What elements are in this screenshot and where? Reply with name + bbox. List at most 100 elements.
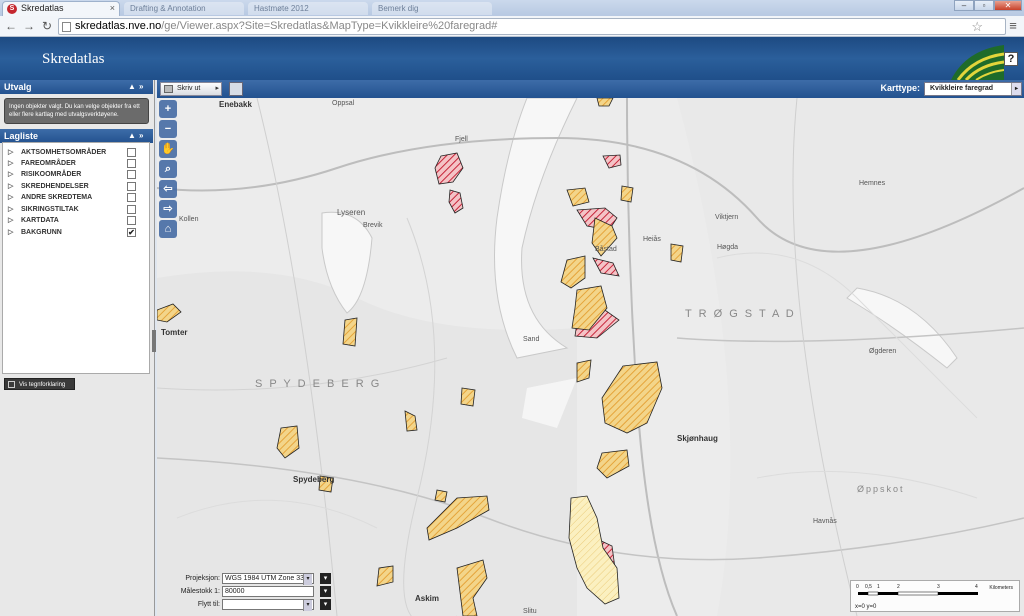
layer-checkbox[interactable] xyxy=(127,193,136,202)
lagliste-header: Lagliste ▲ » xyxy=(0,129,153,143)
layer-checkbox[interactable] xyxy=(127,148,136,157)
layer-checkbox[interactable] xyxy=(127,170,136,179)
move-go-icon[interactable]: ▾ xyxy=(320,599,331,610)
back-arrow-icon[interactable]: ← xyxy=(4,19,18,33)
place-sand: Sand xyxy=(523,336,540,343)
dropdown-arrow-icon[interactable]: ▾ xyxy=(303,600,312,611)
collapse-up-icon[interactable]: ▲ xyxy=(128,80,136,94)
layer-label: BAKGRUNN xyxy=(21,229,62,236)
place-oppskot: Øppskot xyxy=(857,484,905,494)
browser-tab-1[interactable]: Drafting & Annotation xyxy=(124,2,244,15)
help-button[interactable]: ? xyxy=(1004,52,1018,66)
minimize-icon[interactable]: – xyxy=(954,0,974,11)
panel-splitter-handle[interactable] xyxy=(152,330,156,352)
zoom-box-icon[interactable]: ⌕ xyxy=(159,160,177,178)
layer-list: ▷ AKTSOMHETSOMRÅDER ▷ FAREOMRÅDER ▷ RISI… xyxy=(2,142,150,374)
projection-go-icon[interactable]: ▾ xyxy=(320,573,331,584)
layer-checkbox-checked[interactable]: ✔ xyxy=(127,228,136,237)
legend-button[interactable]: Vis tegnforklaring xyxy=(4,378,75,390)
pan-hand-icon[interactable]: ✋ xyxy=(159,140,177,158)
layer-checkbox[interactable] xyxy=(127,205,136,214)
projection-select[interactable]: WGS 1984 UTM Zone 33N ▾ xyxy=(222,573,314,585)
zoom-out-icon[interactable]: − xyxy=(159,120,177,138)
scale-go-icon[interactable]: ▾ xyxy=(320,586,331,597)
place-hemnes: Hemnes xyxy=(859,180,886,187)
app-title: Skredatlas xyxy=(42,51,105,67)
layer-checkbox[interactable] xyxy=(127,182,136,191)
place-spydeberg-region: S P Y D E B E R G xyxy=(255,378,382,390)
expand-arrow-icon[interactable]: ▷ xyxy=(8,215,13,226)
layer-item-kartdata[interactable]: ▷ KARTDATA xyxy=(3,215,149,226)
layer-label: ANDRE SKREDTEMA xyxy=(21,194,93,201)
print-label: Skriv ut xyxy=(177,85,201,92)
place-lyseren: Lyseren xyxy=(337,208,366,217)
scale-input[interactable]: 80000 xyxy=(222,586,314,597)
move-label: Flytt til: xyxy=(197,601,220,608)
place-enebakk: Enebakk xyxy=(219,100,252,109)
place-ogderen: Øgderen xyxy=(869,348,897,355)
expand-arrow-icon[interactable]: ▷ xyxy=(8,192,13,203)
page-icon xyxy=(62,22,71,32)
karttype-select[interactable]: Kvikkleire faregrad ▸ xyxy=(924,82,1022,96)
browser-menu-icon[interactable]: ≡ xyxy=(1006,18,1020,34)
expand-arrow-icon[interactable]: ▷ xyxy=(8,158,13,169)
place-trogstad: T R Ø G S T A D xyxy=(685,308,796,320)
place-askim: Askim xyxy=(415,594,440,603)
place-hogda: Høgda xyxy=(717,244,739,251)
dropdown-arrow-icon[interactable]: ▸ xyxy=(215,83,219,95)
move-row: Flytt til: ▾ ▾ xyxy=(160,599,340,611)
quick-print-icon[interactable] xyxy=(229,82,243,96)
layer-checkbox[interactable] xyxy=(127,159,136,168)
close-window-icon[interactable]: ✕ xyxy=(994,0,1022,11)
layer-item-andre-skredtema[interactable]: ▷ ANDRE SKREDTEMA xyxy=(3,192,149,203)
legend-icon xyxy=(8,381,15,388)
layer-label: RISIKOOMRÅDER xyxy=(21,171,82,178)
tab-close-icon[interactable]: × xyxy=(110,2,115,15)
scale-tick: 0 xyxy=(856,584,859,590)
browser-tab-3[interactable]: Bemerk dig xyxy=(372,2,492,15)
expand-arrow-icon[interactable]: ▷ xyxy=(8,227,13,238)
browser-tab-active[interactable]: S Skredatlas × xyxy=(2,1,120,16)
print-button[interactable]: Skriv ut ▸ xyxy=(160,82,222,96)
expand-right-icon[interactable]: » xyxy=(139,129,143,143)
maximize-icon[interactable]: ▫ xyxy=(974,0,994,11)
layer-item-skredhendelser[interactable]: ▷ SKREDHENDELSER xyxy=(3,181,149,192)
expand-arrow-icon[interactable]: ▷ xyxy=(8,147,13,158)
browser-tab-2[interactable]: Hastmøte 2012 xyxy=(248,2,368,15)
move-select[interactable]: ▾ xyxy=(222,599,314,611)
map-toolbar: Skriv ut ▸ Karttype: Kvikkleire faregrad… xyxy=(157,80,1024,98)
dropdown-arrow-icon[interactable]: ▸ xyxy=(1011,83,1021,95)
place-bastad: Båstad xyxy=(595,246,617,253)
layer-item-aktsomhetsomrader[interactable]: ▷ AKTSOMHETSOMRÅDER xyxy=(3,147,149,158)
zoom-in-icon[interactable]: + xyxy=(159,100,177,118)
previous-extent-icon[interactable]: ⇦ xyxy=(159,180,177,198)
expand-arrow-icon[interactable]: ▷ xyxy=(8,181,13,192)
next-extent-icon[interactable]: ⇨ xyxy=(159,200,177,218)
expand-right-icon[interactable]: » xyxy=(139,80,143,94)
layer-item-bakgrunn[interactable]: ▷ BAKGRUNN ✔ xyxy=(3,227,149,238)
layer-checkbox[interactable] xyxy=(127,216,136,225)
nve-favicon-icon: S xyxy=(7,4,17,14)
bookmark-star-icon[interactable]: ☆ xyxy=(971,19,983,34)
scale-tick: 4 xyxy=(975,584,978,590)
expand-arrow-icon[interactable]: ▷ xyxy=(8,169,13,180)
map-tool-column: + − ✋ ⌕ ⇦ ⇨ ⌂ xyxy=(159,100,179,240)
map-canvas[interactable]: Enebakk Oppsal Fjell Lyseren Tomter S P … xyxy=(157,98,1024,616)
forward-arrow-icon[interactable]: → xyxy=(22,19,36,33)
reload-icon[interactable]: ↻ xyxy=(40,19,54,33)
url-input[interactable]: skredatlas.nve.no/ge/Viewer.aspx?Site=Sk… xyxy=(58,18,1006,35)
utvalg-header: Utvalg ▲ » xyxy=(0,80,153,94)
place-tomter: Tomter xyxy=(161,328,188,337)
dropdown-arrow-icon[interactable]: ▾ xyxy=(303,574,312,585)
place-spydeberg: Spydeberg xyxy=(293,475,335,484)
layer-item-sikringstiltak[interactable]: ▷ SIKRINGSTILTAK xyxy=(3,204,149,215)
expand-arrow-icon[interactable]: ▷ xyxy=(8,204,13,215)
projection-row: Projeksjon: WGS 1984 UTM Zone 33N ▾ ▾ xyxy=(160,573,340,585)
lagliste-title: Lagliste xyxy=(4,131,39,141)
place-havnas: Havnås xyxy=(813,518,837,525)
full-extent-icon[interactable]: ⌂ xyxy=(159,220,177,238)
layer-item-risikoomrader[interactable]: ▷ RISIKOOMRÅDER xyxy=(3,169,149,180)
layer-item-fareomrader[interactable]: ▷ FAREOMRÅDER xyxy=(3,158,149,169)
collapse-up-icon[interactable]: ▲ xyxy=(128,129,136,143)
app-root: S Skredatlas × Drafting & Annotation Has… xyxy=(0,0,1024,616)
